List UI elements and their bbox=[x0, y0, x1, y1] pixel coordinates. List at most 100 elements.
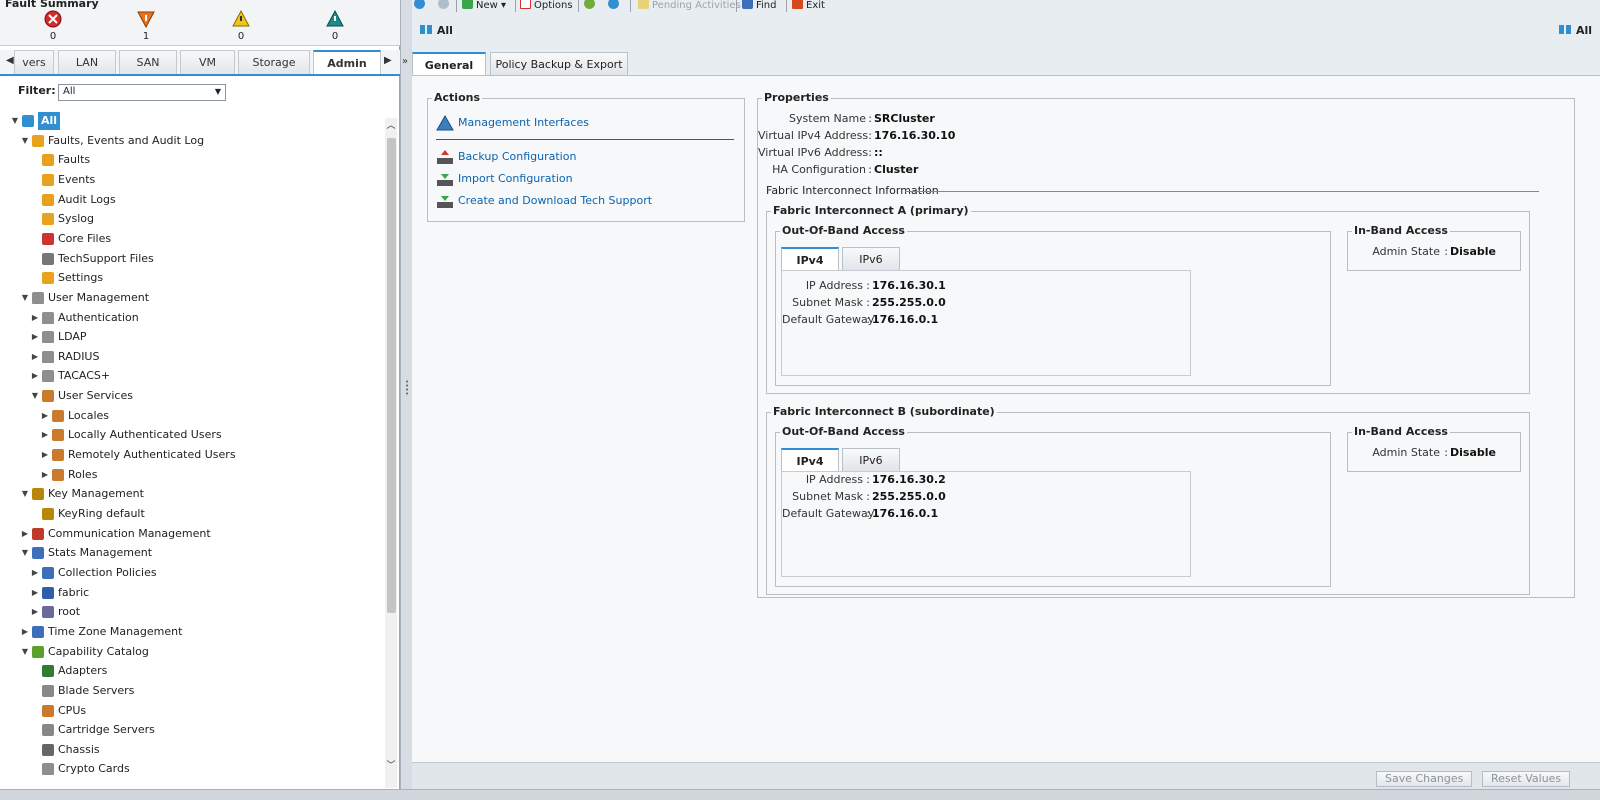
fault-icon bbox=[42, 272, 54, 285]
tree-item[interactable]: ▶ LDAP bbox=[0, 328, 380, 346]
expand-open-icon[interactable]: ▼ bbox=[20, 289, 30, 307]
expand-closed-icon[interactable]: ▶ bbox=[20, 623, 30, 641]
tree-item[interactable]: Adapters bbox=[0, 662, 380, 680]
fault-icon bbox=[42, 193, 54, 206]
options-button[interactable]: Options bbox=[520, 0, 573, 11]
save-changes-button[interactable]: Save Changes bbox=[1376, 771, 1473, 787]
expand-closed-icon[interactable]: ▶ bbox=[40, 426, 50, 444]
tab-scroll-right-icon[interactable]: ▶ bbox=[384, 55, 392, 66]
fi-b-tab-ipv4[interactable]: IPv4 bbox=[781, 448, 839, 471]
tree-item[interactable]: ▼ Key Management bbox=[0, 485, 380, 503]
expand-closed-icon[interactable]: ▶ bbox=[30, 603, 40, 621]
tree-item[interactable]: Blade Servers bbox=[0, 682, 380, 700]
tree-item[interactable]: KeyRing default bbox=[0, 505, 380, 523]
tree-item-label: Cartridge Servers bbox=[58, 723, 155, 737]
tree-item[interactable]: Core Files bbox=[0, 230, 380, 248]
tab-general[interactable]: General bbox=[412, 52, 486, 75]
tree-item[interactable]: Audit Logs bbox=[0, 191, 380, 209]
tab-san[interactable]: SAN bbox=[119, 50, 177, 74]
reset-values-button[interactable]: Reset Values bbox=[1482, 771, 1571, 787]
tree-item[interactable]: ▼ All bbox=[0, 112, 380, 130]
tree-item[interactable]: Settings bbox=[0, 269, 380, 287]
tree-item[interactable]: ▶ TACACS+ bbox=[0, 367, 380, 385]
fi-a-tab-ipv4[interactable]: IPv4 bbox=[781, 247, 839, 270]
expand-closed-icon[interactable]: ▶ bbox=[30, 348, 40, 366]
tree-item-label: Stats Management bbox=[48, 546, 153, 560]
expand-closed-icon[interactable]: ▶ bbox=[30, 584, 40, 602]
tree-item[interactable]: Faults bbox=[0, 151, 380, 169]
new-button[interactable]: New ▾ bbox=[462, 0, 506, 11]
tree-item[interactable]: Syslog bbox=[0, 210, 380, 228]
plus-icon bbox=[462, 0, 473, 9]
expand-closed-icon[interactable]: ▶ bbox=[30, 309, 40, 327]
pending-activities-button[interactable]: Pending Activities bbox=[638, 0, 741, 11]
tree-item[interactable]: Cartridge Servers bbox=[0, 721, 380, 739]
tree-item[interactable]: ▶ Locales bbox=[0, 407, 380, 425]
collapse-icon[interactable]: » bbox=[402, 56, 408, 67]
expand-closed-icon[interactable]: ▶ bbox=[30, 564, 40, 582]
expand-open-icon[interactable]: ▼ bbox=[20, 485, 30, 503]
tree-item[interactable]: ▶ Time Zone Management bbox=[0, 623, 380, 641]
tree-item[interactable]: ▶ RADIUS bbox=[0, 348, 380, 366]
tree-item[interactable]: ▶ Communication Management bbox=[0, 525, 380, 543]
scroll-down-icon[interactable]: ﹀ bbox=[385, 758, 397, 771]
expand-closed-icon[interactable]: ▶ bbox=[30, 328, 40, 346]
tree-item[interactable]: TechSupport Files bbox=[0, 250, 380, 268]
expand-closed-icon[interactable]: ▶ bbox=[20, 525, 30, 543]
scroll-up-icon[interactable]: ︿ bbox=[385, 118, 397, 131]
help-button[interactable] bbox=[584, 0, 598, 11]
tab-scroll-left-icon[interactable]: ◀ bbox=[6, 55, 14, 66]
expand-open-icon[interactable]: ▼ bbox=[10, 112, 20, 130]
filter-select[interactable]: All ▼ bbox=[58, 84, 226, 101]
tree-item[interactable]: ▼ User Services bbox=[0, 387, 380, 405]
fi-b-tab-ipv6[interactable]: IPv6 bbox=[842, 448, 900, 471]
critical-faults[interactable]: 0 bbox=[38, 9, 68, 42]
expand-closed-icon[interactable]: ▶ bbox=[40, 446, 50, 464]
expand-open-icon[interactable]: ▼ bbox=[20, 643, 30, 661]
expand-open-icon[interactable]: ▼ bbox=[30, 387, 40, 405]
work-pane: New ▾ Options Pending Activities Find Ex… bbox=[412, 0, 1600, 800]
users-icon bbox=[52, 409, 64, 422]
expand-closed-icon[interactable]: ▶ bbox=[40, 407, 50, 425]
tree-item[interactable]: Crypto Cards bbox=[0, 760, 380, 778]
tab-vm[interactable]: VM bbox=[180, 50, 235, 74]
find-button[interactable]: Find bbox=[742, 0, 777, 11]
tree-item[interactable]: ▶ Authentication bbox=[0, 309, 380, 327]
tab-servers[interactable]: vers bbox=[14, 50, 54, 74]
tree-item[interactable]: ▶ Remotely Authenticated Users bbox=[0, 446, 380, 464]
tree-item[interactable]: ▼ User Management bbox=[0, 289, 380, 307]
tab-admin[interactable]: Admin bbox=[313, 50, 381, 74]
minor-faults[interactable]: 0 bbox=[226, 9, 256, 42]
exit-button[interactable]: Exit bbox=[792, 0, 825, 11]
expand-closed-icon[interactable]: ▶ bbox=[30, 367, 40, 385]
scrollbar-thumb[interactable] bbox=[387, 138, 396, 613]
tree-scrollbar[interactable]: ︿ ﹀ bbox=[385, 118, 397, 788]
tree-item[interactable]: ▼ Faults, Events and Audit Log bbox=[0, 132, 380, 150]
tab-policy-backup-export[interactable]: Policy Backup & Export bbox=[490, 52, 628, 75]
tree-item[interactable]: ▶ Roles bbox=[0, 466, 380, 484]
tree-item[interactable]: ▶ Locally Authenticated Users bbox=[0, 426, 380, 444]
tab-lan[interactable]: LAN bbox=[58, 50, 116, 74]
tree-item[interactable]: ▼ Capability Catalog bbox=[0, 643, 380, 661]
tree-item[interactable]: ▶ root bbox=[0, 603, 380, 621]
breadcrumb-right-label: All bbox=[1575, 24, 1592, 37]
major-faults[interactable]: 1 bbox=[131, 9, 161, 42]
tree-item[interactable]: ▶ Collection Policies bbox=[0, 564, 380, 582]
forward-button[interactable] bbox=[438, 0, 452, 11]
communication-icon bbox=[32, 527, 44, 540]
warning-faults[interactable]: 0 bbox=[320, 9, 350, 42]
tree-item[interactable]: ▼ Stats Management bbox=[0, 544, 380, 562]
back-button[interactable] bbox=[414, 0, 428, 11]
tree-item[interactable]: Events bbox=[0, 171, 380, 189]
tree-item[interactable]: Chassis bbox=[0, 741, 380, 759]
tab-storage[interactable]: Storage bbox=[238, 50, 310, 74]
info-button[interactable] bbox=[608, 0, 622, 11]
breadcrumb[interactable]: All bbox=[420, 24, 453, 37]
fi-a-tab-ipv6[interactable]: IPv6 bbox=[842, 247, 900, 270]
expand-open-icon[interactable]: ▼ bbox=[20, 132, 30, 150]
expand-closed-icon[interactable]: ▶ bbox=[40, 466, 50, 484]
tree-item[interactable]: CPUs bbox=[0, 702, 380, 720]
pane-splitter[interactable]: » • • • • bbox=[400, 0, 412, 800]
tree-item[interactable]: ▶ fabric bbox=[0, 584, 380, 602]
expand-open-icon[interactable]: ▼ bbox=[20, 544, 30, 562]
